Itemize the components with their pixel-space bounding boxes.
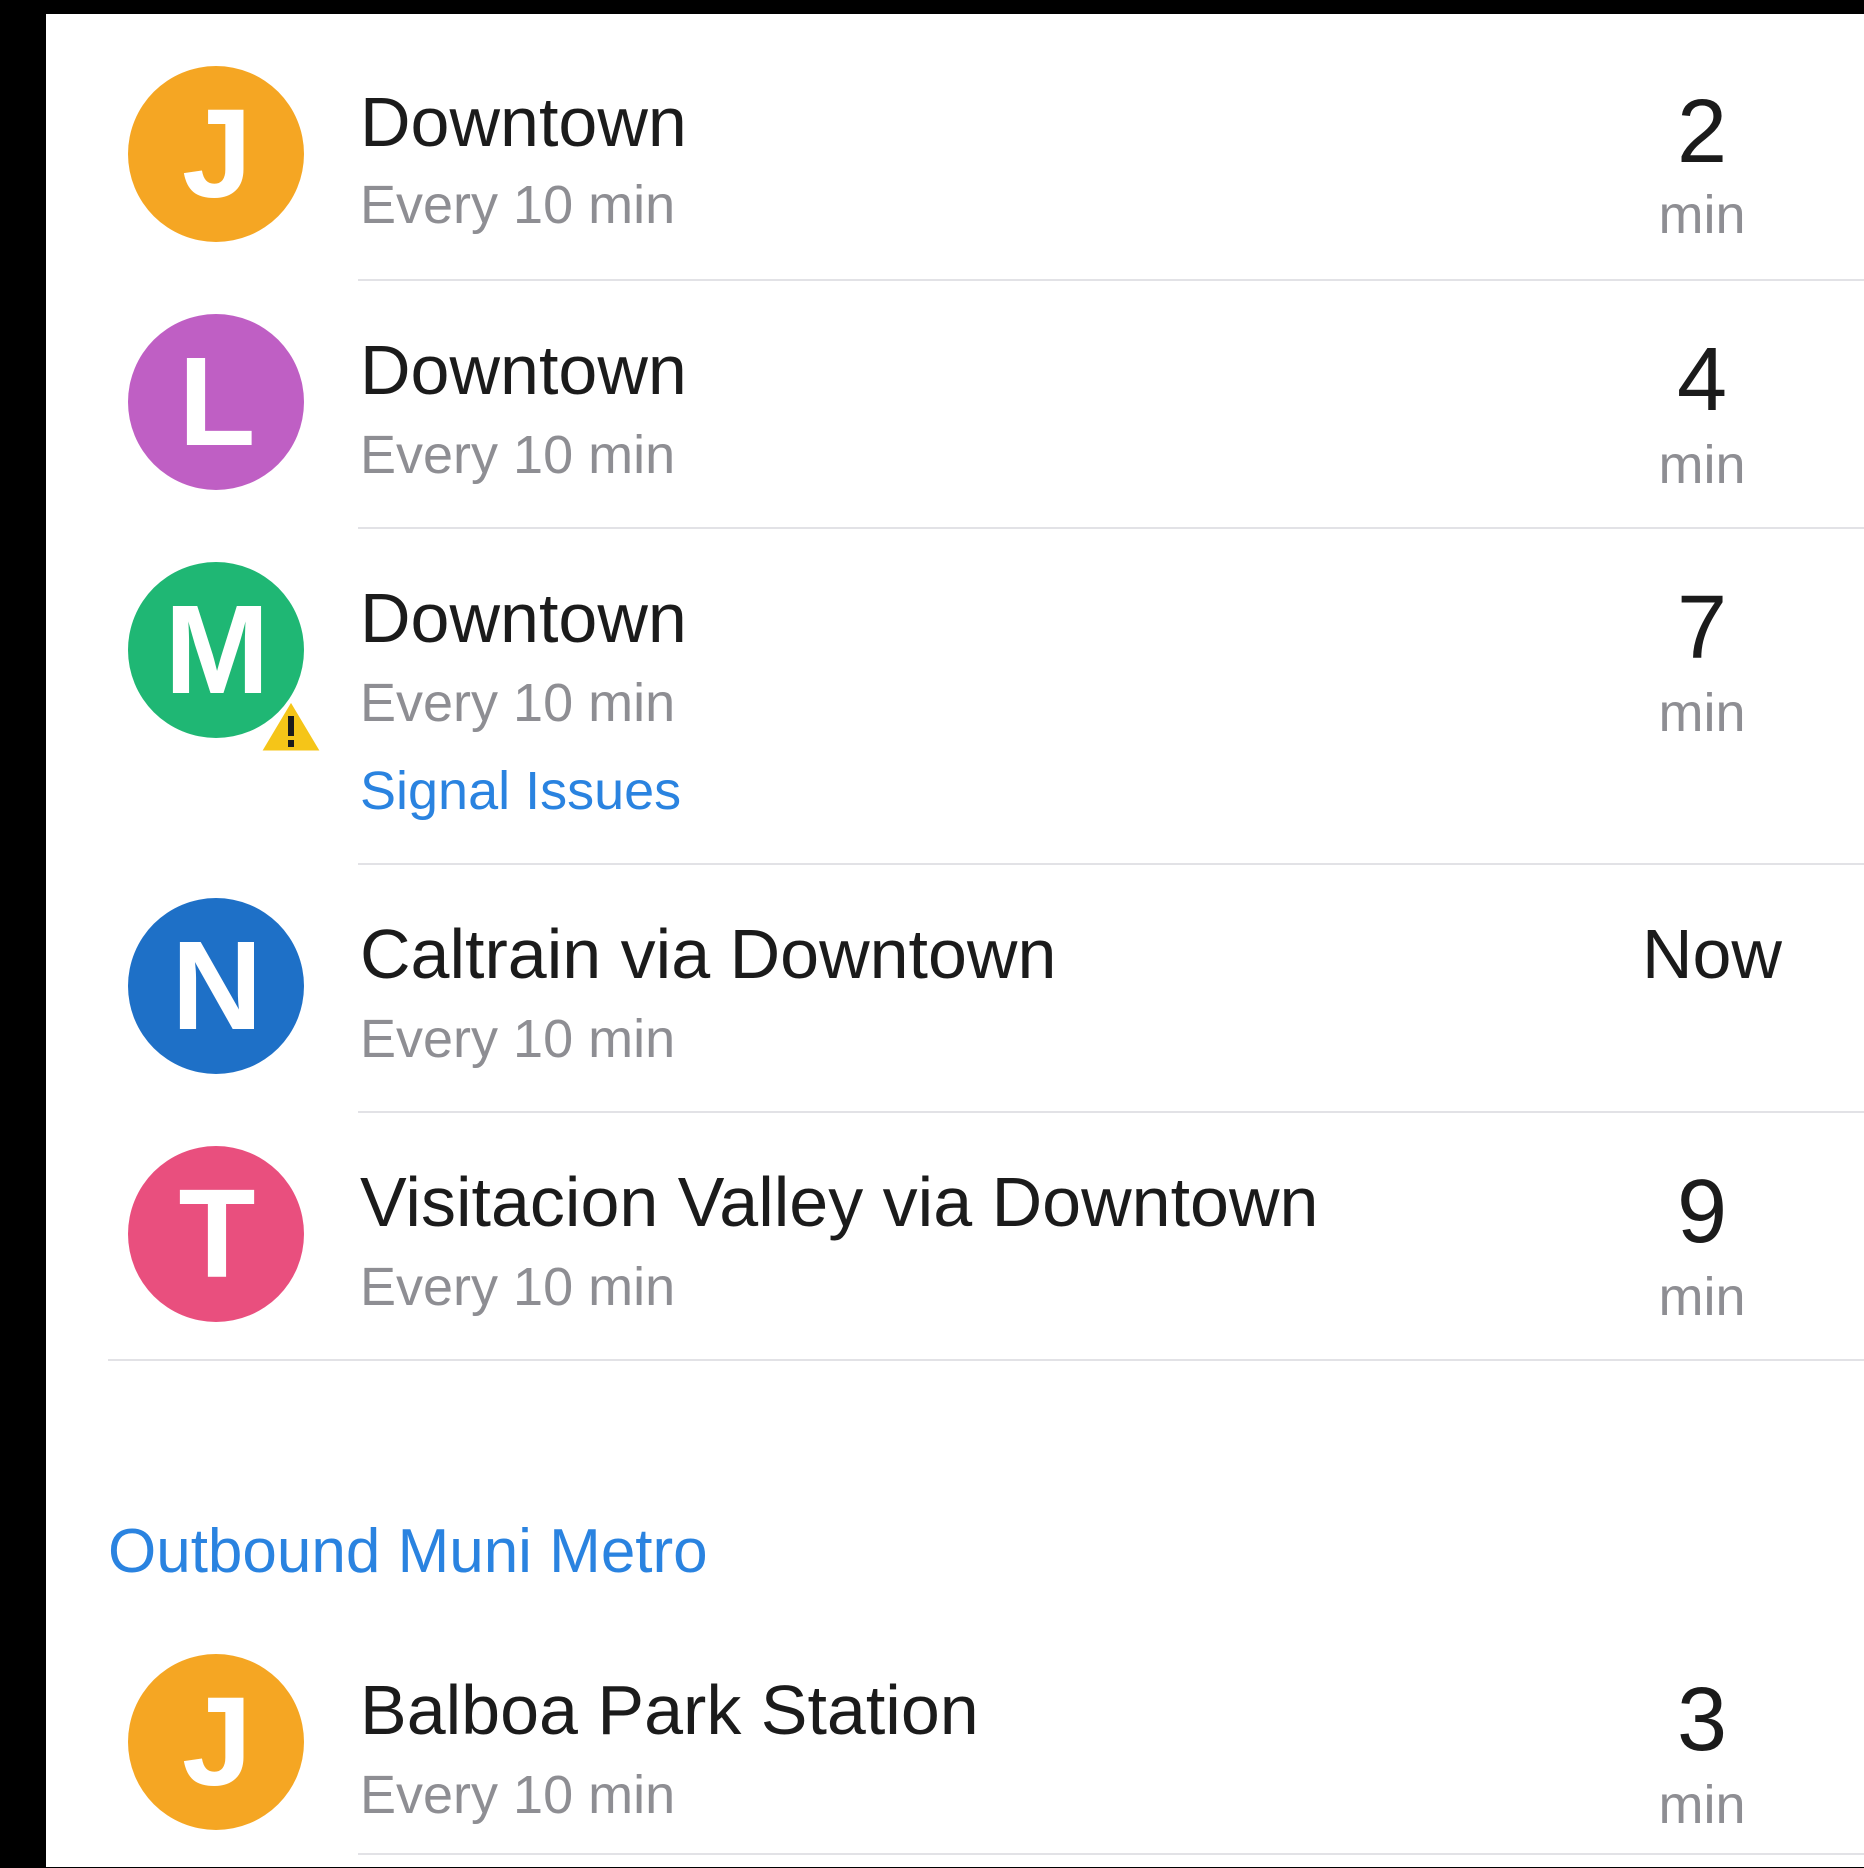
departure-row-n-caltrain[interactable]: N Caltrain via Downtown Every 10 min Now [46, 864, 1864, 1112]
departure-time: Now [1641, 915, 1782, 993]
departure-row-m-downtown[interactable]: M Downtown Every 10 min Signal Issues 7 … [46, 528, 1864, 864]
line-badge-j-icon: J [128, 66, 304, 242]
departure-frequency: Every 10 min [360, 1257, 676, 1317]
section-header-outbound: Outbound Muni Metro [108, 1517, 708, 1586]
line-badge-t-icon: T [128, 1146, 304, 1322]
departure-time: 9 [1676, 1162, 1728, 1262]
departure-frequency: Every 10 min [360, 175, 676, 235]
service-alert-link[interactable]: Signal Issues [360, 760, 681, 822]
departure-time: 7 [1676, 578, 1728, 678]
departure-row-j-downtown[interactable]: J Downtown Every 10 min 2 min [46, 14, 1864, 280]
departure-time-unit: min [1658, 435, 1746, 495]
departure-time: 4 [1676, 330, 1728, 430]
departure-time: 3 [1676, 1670, 1728, 1770]
departure-time-unit: min [1658, 1775, 1746, 1835]
departure-frequency: Every 10 min [360, 1765, 676, 1825]
departure-row-l-downtown[interactable]: L Downtown Every 10 min 4 min [46, 280, 1864, 528]
departure-destination: Visitacion Valley via Downtown [360, 1163, 1319, 1241]
departure-destination: Caltrain via Downtown [360, 915, 1057, 993]
warning-triangle-icon [258, 698, 324, 754]
departure-frequency: Every 10 min [360, 673, 676, 733]
departure-time-unit: min [1658, 1267, 1746, 1327]
departure-row-j-balboa-park[interactable]: J Balboa Park Station Every 10 min 3 min [46, 1620, 1864, 1868]
line-badge-n-icon: N [128, 898, 304, 1074]
departure-frequency: Every 10 min [360, 1009, 676, 1069]
line-badge-l-icon: L [128, 314, 304, 490]
departure-time-unit: min [1658, 683, 1746, 743]
departure-row-t-visitacion-valley[interactable]: T Visitacion Valley via Downtown Every 1… [46, 1112, 1864, 1360]
line-badge-j-icon: J [128, 1654, 304, 1830]
departure-destination: Downtown [360, 579, 687, 657]
section-separator [108, 1359, 1864, 1361]
departure-time: 2 [1676, 82, 1728, 182]
departure-destination: Balboa Park Station [360, 1671, 979, 1749]
departures-panel: J Downtown Every 10 min 2 min L Downtown… [46, 14, 1864, 1867]
departure-destination: Downtown [360, 83, 687, 161]
row-separator [358, 1853, 1864, 1855]
departure-destination: Downtown [360, 331, 687, 409]
departure-time-unit: min [1658, 185, 1746, 245]
departure-frequency: Every 10 min [360, 425, 676, 485]
